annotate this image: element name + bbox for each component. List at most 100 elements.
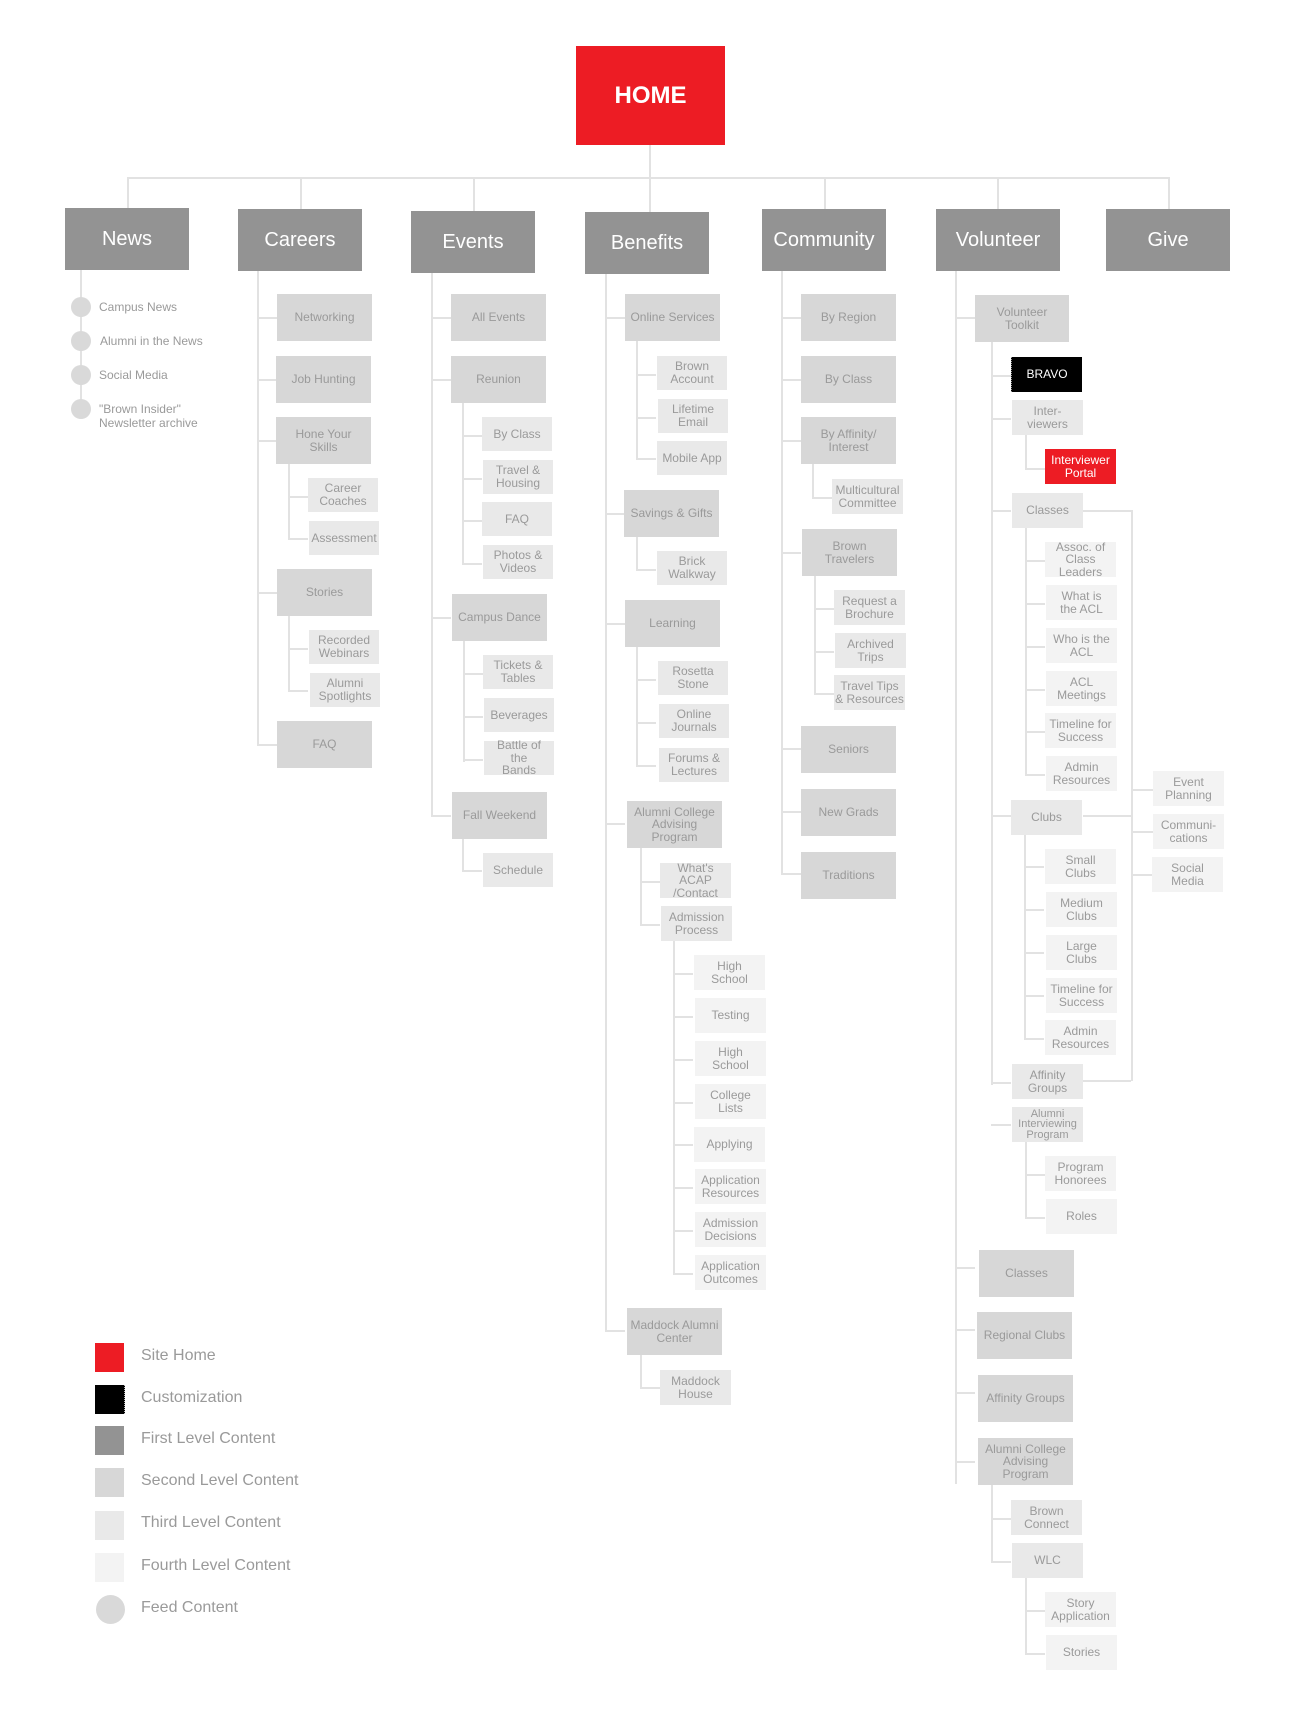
node-archived-trips[interactable]: Archived Trips [835, 633, 906, 668]
feed-item-alumni-in-news[interactable]: Alumni in the News [100, 334, 203, 348]
feed-item-social-media[interactable]: Social Media [99, 368, 168, 382]
node-affinity-groups[interactable]: Affinity Groups [978, 1375, 1073, 1422]
node-wlc[interactable]: WLC [1012, 1543, 1083, 1578]
node-campus-dance[interactable]: Campus Dance [452, 594, 547, 641]
node-all-events[interactable]: All Events [451, 294, 546, 341]
nav-events[interactable]: Events [411, 211, 535, 273]
home-node[interactable]: HOME [576, 46, 725, 145]
nav-volunteer[interactable]: Volunteer [936, 209, 1060, 271]
node-high-school-1[interactable]: High School [694, 955, 765, 990]
node-by-class[interactable]: By Class [482, 417, 552, 451]
node-forums-lectures[interactable]: Forums & Lectures [659, 748, 729, 782]
node-job-hunting[interactable]: Job Hunting [276, 356, 371, 403]
nav-careers[interactable]: Careers [238, 209, 362, 271]
node-regional-clubs[interactable]: Regional Clubs [977, 1312, 1072, 1359]
node-recorded-webinars[interactable]: Recorded Webinars [309, 630, 379, 664]
node-program-honorees[interactable]: Program Honorees [1045, 1156, 1116, 1191]
node-acl-meetings[interactable]: ACL Meetings [1046, 671, 1117, 706]
node-admission-process[interactable]: Admission Process [661, 906, 732, 941]
nav-benefits[interactable]: Benefits [585, 212, 709, 274]
node-brick-walkway[interactable]: Brick Walkway [657, 551, 727, 585]
node-mobile-app[interactable]: Mobile App [657, 441, 727, 475]
node-seniors[interactable]: Seniors [801, 726, 896, 773]
node-what-is-acl[interactable]: What is the ACL [1046, 585, 1117, 620]
node-multicultural[interactable]: Multicultural Committee [832, 479, 903, 514]
node-stories[interactable]: Stories [1046, 1635, 1117, 1670]
node-schedule[interactable]: Schedule [483, 853, 553, 887]
nav-community[interactable]: Community [762, 209, 886, 271]
node-roles[interactable]: Roles [1046, 1199, 1117, 1234]
node-alumni-interviewing[interactable]: Alumni Interviewing Program [1012, 1107, 1083, 1142]
node-vol-affinity-groups[interactable]: Affinity Groups [1012, 1064, 1083, 1099]
node-application-outcomes[interactable]: Application Outcomes [695, 1255, 766, 1290]
node-application-resources[interactable]: Application Resources [695, 1169, 766, 1204]
node-online-journals[interactable]: Online Journals [659, 704, 729, 738]
feed-item-campus-news[interactable]: Campus News [99, 300, 177, 314]
node-high-school-2[interactable]: High School [695, 1041, 766, 1076]
node-admission-decisions[interactable]: Admission Decisions [695, 1212, 766, 1247]
node-assessment[interactable]: Assessment [309, 521, 379, 555]
node-testing[interactable]: Testing [695, 998, 766, 1033]
node-maddock-house[interactable]: Maddock House [660, 1370, 731, 1405]
node-rosetta-stone[interactable]: Rosetta Stone [658, 661, 728, 695]
node-hone-skills[interactable]: Hone Your Skills [276, 417, 371, 464]
node-communications[interactable]: Communi- cations [1153, 814, 1224, 849]
node-bravo[interactable]: BRAVO [1011, 357, 1082, 392]
node-brown-account[interactable]: Brown Account [657, 356, 727, 390]
node-interviewer-portal[interactable]: Interviewer Portal [1045, 449, 1116, 484]
node-alumni-spotlights[interactable]: Alumni Spotlights [310, 673, 380, 707]
node-photos-videos[interactable]: Photos & Videos [483, 545, 553, 579]
node-volunteer-toolkit[interactable]: Volunteer Toolkit [975, 295, 1069, 342]
node-brown-connect[interactable]: Brown Connect [1011, 1500, 1082, 1535]
node-assoc-class-leaders[interactable]: Assoc. of Class Leaders [1045, 540, 1116, 578]
node-maddock-center[interactable]: Maddock Alumni Center [627, 1308, 722, 1355]
nav-give[interactable]: Give [1106, 209, 1230, 271]
node-benefits-acap[interactable]: Alumni College Advising Program [627, 801, 722, 848]
node-classes[interactable]: Classes [979, 1250, 1074, 1297]
node-reunion-faq[interactable]: FAQ [482, 502, 552, 536]
node-vol-clubs[interactable]: Clubs [1011, 800, 1082, 835]
node-lifetime-email[interactable]: Lifetime Email [658, 399, 728, 433]
node-brown-travelers[interactable]: Brown Travelers [802, 529, 897, 576]
node-timeline-success-2[interactable]: Timeline for Success [1046, 978, 1117, 1013]
node-vol-classes[interactable]: Classes [1012, 493, 1083, 528]
node-tickets-tables[interactable]: Tickets & Tables [483, 655, 553, 689]
node-careers-faq[interactable]: FAQ [277, 721, 372, 768]
node-fall-weekend[interactable]: Fall Weekend [452, 792, 547, 839]
node-networking[interactable]: Networking [277, 294, 372, 341]
node-reunion[interactable]: Reunion [451, 356, 546, 403]
node-request-brochure[interactable]: Request a Brochure [834, 590, 905, 625]
node-savings-gifts[interactable]: Savings & Gifts [624, 490, 719, 537]
node-new-grads[interactable]: New Grads [801, 789, 896, 836]
node-small-clubs[interactable]: Small Clubs [1045, 849, 1116, 884]
node-timeline-success-1[interactable]: Timeline for Success [1045, 713, 1116, 748]
node-medium-clubs[interactable]: Medium Clubs [1046, 892, 1117, 927]
node-story-application[interactable]: Story Application [1045, 1592, 1116, 1627]
node-large-clubs[interactable]: Large Clubs [1046, 935, 1117, 970]
node-by-affinity[interactable]: By Affinity/ Interest [801, 417, 896, 464]
node-social-media[interactable]: Social Media [1152, 857, 1223, 892]
node-community-by-class[interactable]: By Class [801, 356, 896, 403]
node-career-coaches[interactable]: Career Coaches [308, 478, 378, 512]
node-vol-acap[interactable]: Alumni College Advising Program [978, 1438, 1073, 1485]
connector [812, 464, 814, 498]
node-by-region[interactable]: By Region [801, 294, 896, 341]
node-learning[interactable]: Learning [625, 600, 720, 647]
nav-news[interactable]: News [65, 208, 189, 270]
node-stories[interactable]: Stories [277, 569, 372, 616]
node-traditions[interactable]: Traditions [801, 852, 896, 899]
node-event-planning[interactable]: Event Planning [1153, 771, 1224, 806]
node-travel-housing[interactable]: Travel & Housing [483, 460, 553, 494]
node-applying[interactable]: Applying [694, 1127, 765, 1162]
node-online-services[interactable]: Online Services [625, 294, 720, 341]
node-battle-bands[interactable]: Battle of the Bands [484, 739, 554, 777]
node-whats-acap[interactable]: What's ACAP /Contact [660, 861, 731, 899]
node-beverages[interactable]: Beverages [484, 698, 554, 732]
node-admin-resources-1[interactable]: Admin Resources [1046, 756, 1117, 791]
node-travel-tips[interactable]: Travel Tips & Resources [834, 675, 905, 710]
node-interviewers[interactable]: Inter- viewers [1012, 400, 1083, 435]
node-admin-resources-2[interactable]: Admin Resources [1045, 1020, 1116, 1055]
node-college-lists[interactable]: College Lists [695, 1084, 766, 1119]
node-who-is-acl[interactable]: Who is the ACL [1046, 628, 1117, 663]
feed-item-brown-insider[interactable]: "Brown Insider" Newsletter archive [99, 402, 209, 431]
